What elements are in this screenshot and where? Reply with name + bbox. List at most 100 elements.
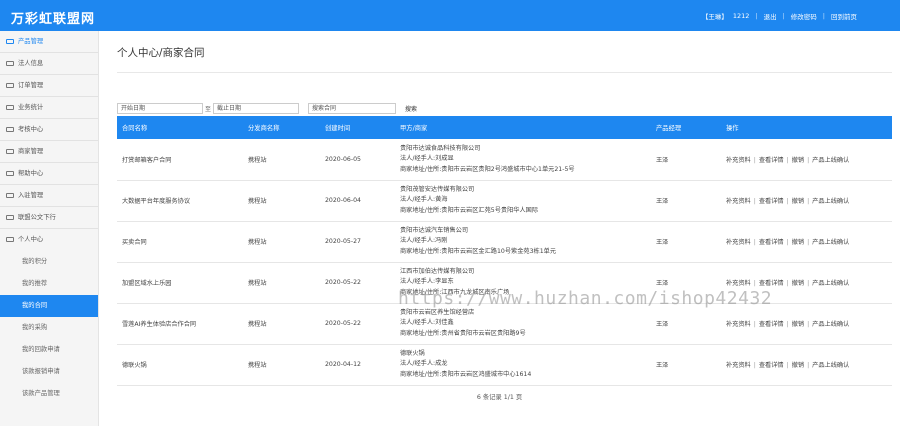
column-header-actions: 操作 [721,116,892,139]
merchant-address: 商家地址/住所:贵阳市云岩区汇苑5号贵阳华人国际 [400,206,539,214]
confirm-launch-button[interactable]: 产品上线确认 [812,157,849,164]
divider: | [782,12,785,20]
top-header: 万彩虹联盟网 【王琳】 1212 | 退出 | 修改密码 | 回到前页 [0,0,900,31]
revoke-button[interactable]: 撤销 [792,239,804,246]
contract-name-cell: 大数据平台年度服务协议 [117,180,243,222]
folder-icon [6,171,14,176]
supplement-button[interactable]: 补充资料 [726,362,751,369]
end-date-input[interactable] [213,103,299,114]
created-date-cell: 2020-05-22 [320,303,395,345]
sidebar-item-label: 商家管理 [18,148,44,155]
revoke-button[interactable]: 撤销 [792,280,804,287]
supplement-button[interactable]: 补充资料 [726,239,751,246]
party-cell: 贵阳茂管安达传媒有限公司 法人/经手人:黄海 商家地址/住所:贵阳市云岩区汇苑5号贵… [395,180,651,222]
actions-cell: 补充资料 | 查看详情 | 撤销 | 产品上线确认 [721,180,892,222]
confirm-launch-button[interactable]: 产品上线确认 [812,239,849,246]
distributor-cell: 携程站 [243,262,320,304]
merchant-address: 商家地址/住所:贵阳市云岩区金汇路10号紫金苑3栋1单元 [400,247,557,255]
divider: | [786,280,789,287]
user-nav: 【王琳】 1212 | 退出 | 修改密码 | 回到前页 [702,11,857,21]
sidebar-subitem-reimbursements[interactable]: 该款报销申请 [0,361,98,383]
column-header-name: 合同名称 [117,116,243,139]
legal-person: 法人/经手人:冯刚 [400,237,448,245]
company-name: 贵阳市云岩区养生馆经营店 [400,308,475,316]
main-content: 个人中心/商家合同 至 搜索 合同名称 分发商名称 创建时间 甲方/商家 产品经… [99,31,900,426]
divider [117,72,892,73]
sidebar-subitem-referrals[interactable]: 我的推荐 [0,273,98,295]
contract-name-cell: 加盟区域水上乐园 [117,262,243,304]
sidebar-subitem-product-management[interactable]: 该款产品管理 [0,383,98,405]
sidebar-item-assessment[interactable]: 考核中心 [0,119,98,141]
actions-cell: 补充资料 | 查看详情 | 撤销 | 产品上线确认 [721,139,892,181]
search-button[interactable]: 搜索 [401,103,422,114]
folder-icon [6,215,14,220]
sidebar-item-documents[interactable]: 联盟公文下行 [0,207,98,229]
confirm-launch-button[interactable]: 产品上线确认 [812,198,849,205]
folder-icon [6,83,14,88]
supplement-button[interactable]: 补充资料 [726,157,751,164]
divider: | [807,156,810,164]
view-details-button[interactable]: 查看详情 [759,321,784,328]
sidebar-item-onboarding[interactable]: 入驻管理 [0,185,98,207]
table-row: 买卖合同 携程站 2020-05-27 贵阳市达诚汽车销售公司 法人/经手人:冯刚 商家地… [117,221,892,263]
view-details-button[interactable]: 查看详情 [759,198,784,205]
sidebar-subitem-payment-requests[interactable]: 我的回款申请 [0,339,98,361]
search-input[interactable] [308,103,396,114]
user-id: 1212 [732,12,750,20]
manager-cell: 王泽 [651,303,721,345]
column-header-manager: 产品经理 [651,116,721,139]
legal-person: 法人/经手人:黄海 [400,196,448,204]
revoke-button[interactable]: 撤销 [792,198,804,205]
view-details-button[interactable]: 查看详情 [759,157,784,164]
logout-link[interactable]: 退出 [764,11,777,21]
view-details-button[interactable]: 查看详情 [759,280,784,287]
sidebar-item-stats[interactable]: 业务统计 [0,97,98,119]
sidebar-item-label: 业务统计 [18,104,44,111]
sidebar-item-merchants[interactable]: 商家管理 [0,141,98,163]
sidebar-item-orders[interactable]: 订单管理 [0,75,98,97]
sidebar-item-personal-center[interactable]: 个人中心 [0,229,98,251]
confirm-launch-button[interactable]: 产品上线确认 [812,280,849,287]
sidebar-item-label: 订单管理 [18,82,44,89]
party-cell: 贵阳市达诚食品科技有限公司 法人/经手人:刘成显 商家地址/住所:贵阳市云岩区贵阳2… [395,139,651,181]
divider: | [807,239,810,246]
legal-person: 法人/经手人:成龙 [400,360,448,368]
view-details-button[interactable]: 查看详情 [759,239,784,246]
change-password-link[interactable]: 修改密码 [791,11,817,21]
revoke-button[interactable]: 撤销 [792,362,804,369]
table-row: 打赏邮箱客户合同 携程站 2020-06-05 贵阳市达诚食品科技有限公司 法人/经手人… [117,139,892,181]
divider: | [807,321,810,328]
manager-cell: 王泽 [651,180,721,222]
sidebar-subitem-purchases[interactable]: 我的采购 [0,317,98,339]
created-date-cell: 2020-05-27 [320,221,395,263]
start-date-input[interactable] [117,103,203,114]
revoke-button[interactable]: 撤销 [792,321,804,328]
divider: | [786,362,789,369]
contract-name-cell: 德联火锅 [117,344,243,386]
supplement-button[interactable]: 补充资料 [726,321,751,328]
supplement-button[interactable]: 补充资料 [726,198,751,205]
filter-bar: 至 搜索 [117,103,422,114]
revoke-button[interactable]: 撤销 [792,157,804,164]
sidebar-subitem-points[interactable]: 我的积分 [0,251,98,273]
sidebar-item-label: 产品管理 [18,38,44,45]
sidebar-item-help[interactable]: 帮助中心 [0,163,98,185]
view-details-button[interactable]: 查看详情 [759,362,784,369]
manager-cell: 王泽 [651,221,721,263]
divider: | [753,239,756,246]
sidebar-item-products[interactable]: 产品管理 [0,31,98,53]
divider: | [786,239,789,246]
folder-icon [6,105,14,110]
divider: | [786,156,789,164]
folder-icon [6,237,14,242]
divider: | [807,362,810,369]
distributor-cell: 携程站 [243,221,320,263]
sidebar-item-legal-info[interactable]: 法人信息 [0,53,98,75]
confirm-launch-button[interactable]: 产品上线确认 [812,362,849,369]
supplement-button[interactable]: 补充资料 [726,280,751,287]
back-home-link[interactable]: 回到前页 [831,11,857,21]
confirm-launch-button[interactable]: 产品上线确认 [812,321,849,328]
manager-cell: 王泽 [651,344,721,386]
folder-icon [6,127,14,132]
sidebar-subitem-contracts[interactable]: 我的合同 [0,295,98,317]
